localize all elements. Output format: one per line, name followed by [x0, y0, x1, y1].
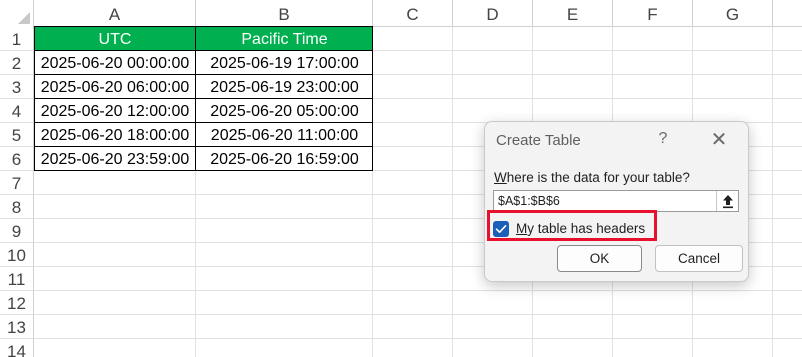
close-icon[interactable]: ✕ [710, 130, 728, 150]
headers-label-accelerator: M [516, 221, 528, 236]
range-input[interactable] [493, 190, 739, 212]
table-border [34, 50, 373, 51]
row-header-8[interactable]: 8 [0, 195, 34, 219]
create-table-dialog: Create Table ? ✕ Where is the data for y… [484, 121, 749, 282]
headers-checkbox[interactable] [493, 221, 509, 237]
table-border [34, 74, 373, 75]
select-all-triangle-icon [18, 12, 30, 24]
cancel-button[interactable]: Cancel [655, 245, 743, 272]
row-header-5[interactable]: 5 [0, 123, 34, 147]
table-border [34, 98, 373, 99]
row-header-4[interactable]: 4 [0, 99, 34, 123]
row-header-1[interactable]: 1 [0, 27, 34, 51]
row-header-2[interactable]: 2 [0, 51, 34, 75]
gridline [34, 338, 802, 339]
row-header-3[interactable]: 3 [0, 75, 34, 99]
row-header-14[interactable]: 14 [0, 339, 34, 357]
select-all-corner[interactable] [0, 0, 34, 27]
column-header-d[interactable]: D [453, 0, 533, 27]
table-border [34, 122, 373, 123]
row-header-13[interactable]: 13 [0, 315, 34, 339]
row-header-9[interactable]: 9 [0, 219, 34, 243]
gridline [34, 314, 802, 315]
collapse-dialog-button[interactable] [716, 191, 738, 211]
gridline [772, 27, 773, 357]
column-header-bar: A B C D E F G [0, 0, 802, 27]
gridline [34, 290, 802, 291]
row-header-10[interactable]: 10 [0, 243, 34, 267]
dialog-title: Create Table [496, 132, 581, 149]
headers-checkbox-label[interactable]: My table has headers [516, 221, 645, 236]
ok-button[interactable]: OK [557, 245, 642, 272]
column-header-f[interactable]: F [613, 0, 693, 27]
row-header-11[interactable]: 11 [0, 267, 34, 291]
range-prompt-accelerator: W [494, 170, 507, 185]
column-header-c[interactable]: C [373, 0, 453, 27]
row-header-7[interactable]: 7 [0, 171, 34, 195]
range-prompt-text: here is the data for your table? [506, 170, 690, 185]
collapse-dialog-icon [723, 195, 733, 209]
column-header-g[interactable]: G [693, 0, 773, 27]
table-border [34, 146, 373, 147]
gridline [452, 27, 453, 357]
help-icon[interactable]: ? [655, 130, 671, 150]
checkmark-icon [495, 225, 507, 233]
range-prompt-label: Where is the data for your table? [494, 170, 690, 185]
headers-label-text: y table has headers [527, 221, 646, 236]
column-header-e[interactable]: E [533, 0, 613, 27]
column-header-b[interactable]: B [196, 0, 373, 27]
column-header-a[interactable]: A [34, 0, 196, 27]
row-header-12[interactable]: 12 [0, 291, 34, 315]
row-header-6[interactable]: 6 [0, 147, 34, 171]
